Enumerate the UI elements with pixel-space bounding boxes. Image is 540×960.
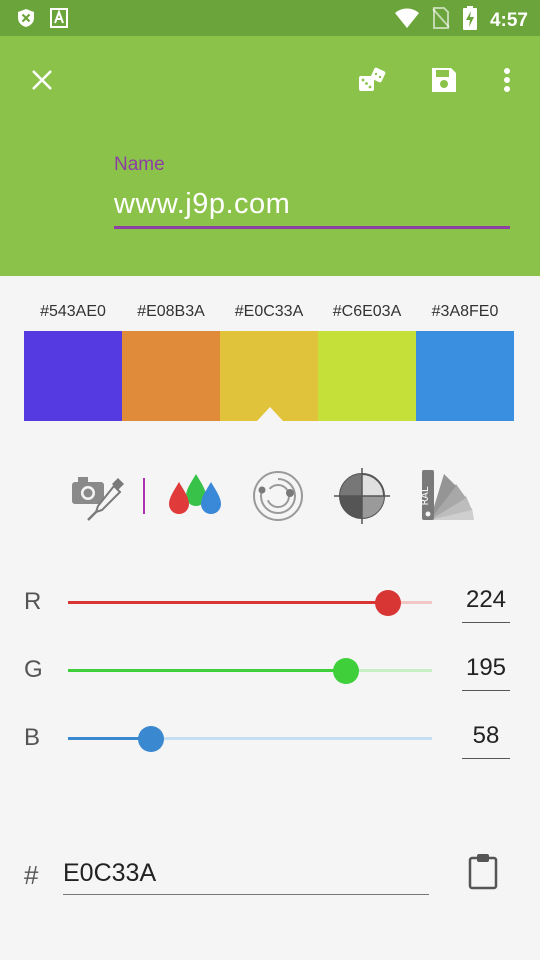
blue-slider-track[interactable] xyxy=(68,737,432,740)
shield-notification-icon xyxy=(16,8,36,33)
red-value[interactable]: 224 xyxy=(462,586,510,614)
grayscale-target-icon xyxy=(334,468,390,524)
red-slider-thumb[interactable] xyxy=(374,590,401,616)
swatch-1[interactable] xyxy=(122,331,220,421)
random-color-button[interactable] xyxy=(352,60,392,100)
status-bar: 4:57 xyxy=(0,0,540,36)
green-value[interactable]: 195 xyxy=(462,654,510,682)
green-slider-track[interactable] xyxy=(68,669,432,672)
color-editor-header: Name www.j9p.com xyxy=(0,36,540,276)
red-value-underline xyxy=(462,622,510,623)
dice-icon xyxy=(359,67,386,91)
palette-labels: #543AE0 #E08B3A #E0C33A #C6E03A #3A8FE0 xyxy=(24,303,514,321)
swatch-label: #E08B3A xyxy=(137,303,205,320)
blue-slider-thumb[interactable] xyxy=(137,726,164,752)
close-icon xyxy=(32,70,52,90)
blue-value[interactable]: 58 xyxy=(462,722,510,750)
green-slider-thumb[interactable] xyxy=(333,658,360,684)
rgb-mixer-button[interactable] xyxy=(164,466,224,526)
hex-prefix: # xyxy=(24,860,39,890)
more-vert-icon xyxy=(504,68,510,92)
name-field-value: www.j9p.com xyxy=(114,188,291,220)
blue-slider-row: B 58 xyxy=(0,718,540,759)
hex-input-value: E0C33A xyxy=(63,859,157,887)
red-label: R xyxy=(24,588,42,615)
green-value-underline xyxy=(462,690,510,691)
swatch-label: #3A8FE0 xyxy=(431,303,499,320)
selected-swatch-indicator xyxy=(257,407,283,421)
no-sim-icon xyxy=(432,6,450,35)
swatch-label: #E0C33A xyxy=(234,303,304,320)
swatch-0[interactable] xyxy=(24,331,122,421)
paste-button[interactable] xyxy=(466,852,500,890)
swatch-4[interactable] xyxy=(416,331,514,421)
rgb-drops-icon xyxy=(169,474,221,514)
red-slider-row: R 224 xyxy=(0,582,540,623)
ral-fan-icon: RAL xyxy=(420,470,474,520)
green-slider-row: G 195 xyxy=(0,650,540,691)
color-wheel-button[interactable] xyxy=(248,466,308,526)
svg-text:RAL: RAL xyxy=(420,486,431,505)
font-notification-icon xyxy=(50,8,68,33)
wifi-icon xyxy=(394,7,420,34)
name-field[interactable]: www.j9p.com xyxy=(114,186,510,229)
swatch-3[interactable] xyxy=(318,331,416,421)
name-field-label: Name xyxy=(114,154,165,175)
clipboard-icon xyxy=(468,854,498,890)
ral-colors-button[interactable]: RAL xyxy=(416,466,476,526)
hex-input[interactable]: E0C33A xyxy=(63,856,429,895)
swatch-label: #543AE0 xyxy=(40,303,106,320)
blue-value-underline xyxy=(462,758,510,759)
camera-picker-button[interactable] xyxy=(68,466,128,526)
overflow-menu-button[interactable] xyxy=(487,60,527,100)
battery-charging-icon xyxy=(462,6,478,35)
green-label: G xyxy=(24,656,43,683)
picker-mode-bar: RAL xyxy=(0,466,540,526)
close-button[interactable] xyxy=(22,60,62,100)
swatch-label: #C6E03A xyxy=(332,303,402,320)
save-button[interactable] xyxy=(424,60,464,100)
clock: 4:57 xyxy=(489,9,528,31)
blue-label: B xyxy=(24,724,41,751)
mode-divider xyxy=(143,478,145,514)
grayscale-button[interactable] xyxy=(332,466,392,526)
save-icon xyxy=(432,68,456,92)
camera-eyedropper-icon xyxy=(72,477,124,521)
color-wheel-icon xyxy=(253,471,303,521)
